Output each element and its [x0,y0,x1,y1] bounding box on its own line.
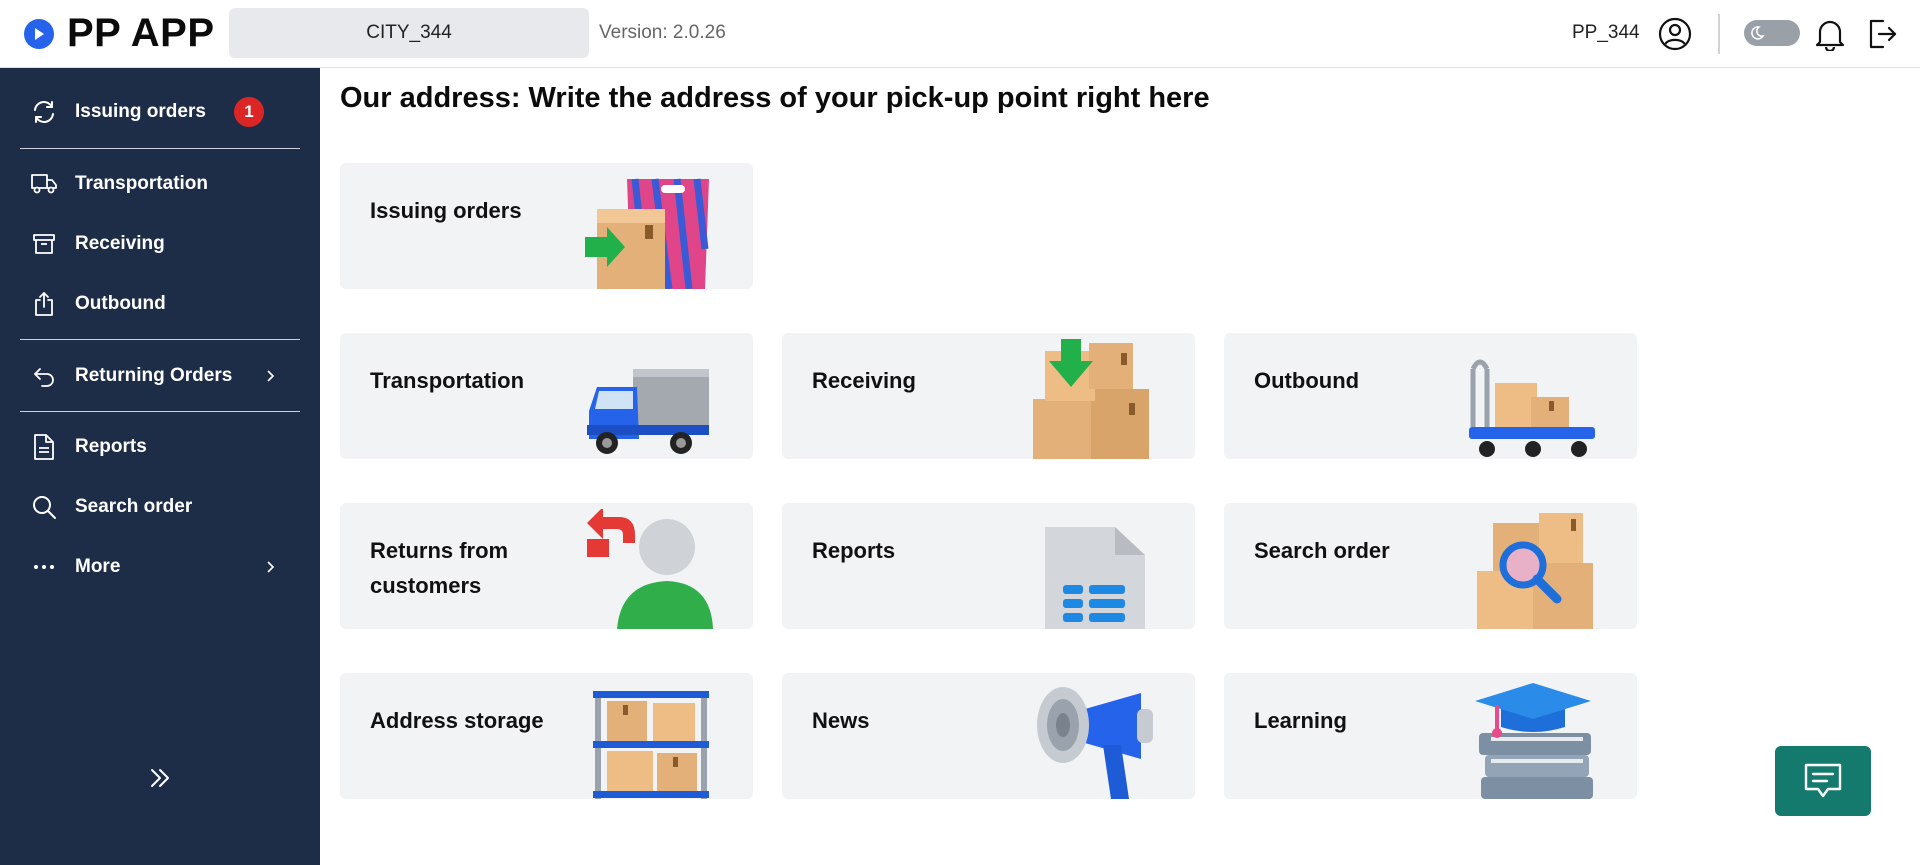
sidebar-item-receiving[interactable]: Receiving [20,220,300,268]
app-logo[interactable]: PP APP [24,11,215,56]
report-document-illustration [1045,527,1145,629]
user-circle-icon[interactable] [1655,14,1695,54]
sidebar-item-label: Receiving [75,233,165,254]
card-label: Transportation [370,368,525,393]
sidebar: Issuing orders 1 Transportation Receivin… [0,68,320,865]
card-address-storage[interactable]: Address storage [340,673,753,799]
sidebar-item-returning-orders[interactable]: Returning Orders [20,352,300,400]
sidebar-item-label: Search order [75,496,193,517]
sidebar-item-transportation[interactable]: Transportation [20,160,300,208]
app-name: PP APP [67,11,215,55]
sidebar-divider [20,148,300,149]
sidebar-divider [20,339,300,340]
chevron-right-icon [260,557,280,577]
sidebar-item-label: Issuing orders [75,101,206,122]
card-label: Search order [1254,538,1390,563]
card-label: Learning [1254,708,1347,733]
page-title: Our address: Write the address of your p… [340,82,1210,114]
search-icon [30,493,58,521]
document-icon [30,433,58,461]
double-chevron-right-icon[interactable] [143,761,177,795]
sidebar-item-issuing-orders[interactable]: Issuing orders 1 [20,88,300,136]
truck-icon [30,170,58,198]
card-label: Reports [812,538,896,563]
card-label: Issuing orders [370,198,522,223]
card-learning[interactable]: Learning [1224,673,1637,799]
return-arrow-icon [30,362,58,390]
city-selector[interactable]: CITY_344 [229,8,589,58]
play-circle-icon [24,18,54,49]
card-label: Returns from customers [370,538,509,598]
sidebar-item-search-order[interactable]: Search order [20,483,300,531]
card-outbound[interactable]: Outbound [1224,333,1637,459]
ellipsis-icon [30,553,58,581]
sidebar-item-label: Outbound [75,293,166,314]
card-label: Address storage [370,708,544,733]
sidebar-item-reports[interactable]: Reports [20,423,300,471]
top-header: PP APP CITY_344 Version: 2.0.26 PP_344 [0,0,1920,68]
card-issuing-orders[interactable]: Issuing orders [340,163,753,289]
sidebar-item-label: More [75,556,121,577]
shopping-bag-box-illustration [585,178,709,289]
moon-icon [1747,23,1767,43]
version-label: Version: 2.0.26 [599,22,726,43]
notification-badge: 1 [233,97,264,127]
bell-icon[interactable] [1810,14,1850,54]
chat-button[interactable] [1775,746,1871,816]
theme-toggle[interactable] [1744,20,1800,46]
refresh-icon [30,98,58,126]
card-label: Outbound [1254,368,1360,393]
person-return-illustration [587,509,713,629]
card-label: Receiving [812,368,916,393]
boxes-magnifier-illustration [1477,513,1593,629]
sidebar-item-label: Reports [75,436,147,457]
share-box-icon [30,290,58,318]
logout-icon[interactable] [1862,14,1902,54]
card-reports[interactable]: Reports [782,503,1195,629]
card-returns-from-customers[interactable]: Returns from customers [340,503,753,629]
header-divider [1718,14,1720,54]
sidebar-item-more[interactable]: More [20,543,300,591]
archive-box-icon [30,230,58,258]
user-name: PP_344 [1572,22,1640,43]
sidebar-item-label: Returning Orders [75,365,233,386]
truck-illustration [587,369,709,454]
boxes-down-arrow-illustration [1033,339,1149,459]
card-receiving[interactable]: Receiving [782,333,1195,459]
shelf-boxes-illustration [593,691,709,799]
card-news[interactable]: News [782,673,1195,799]
sidebar-item-label: Transportation [75,173,209,194]
graduation-books-illustration [1475,683,1593,799]
card-search-order[interactable]: Search order [1224,503,1637,629]
megaphone-illustration [1037,687,1153,799]
sidebar-divider [20,411,300,412]
sidebar-item-outbound[interactable]: Outbound [20,280,300,328]
cart-boxes-illustration [1469,359,1595,457]
chat-bubble-icon [1804,763,1842,798]
card-transportation[interactable]: Transportation [340,333,753,459]
card-label: News [812,708,870,733]
chevron-right-icon [260,366,280,386]
